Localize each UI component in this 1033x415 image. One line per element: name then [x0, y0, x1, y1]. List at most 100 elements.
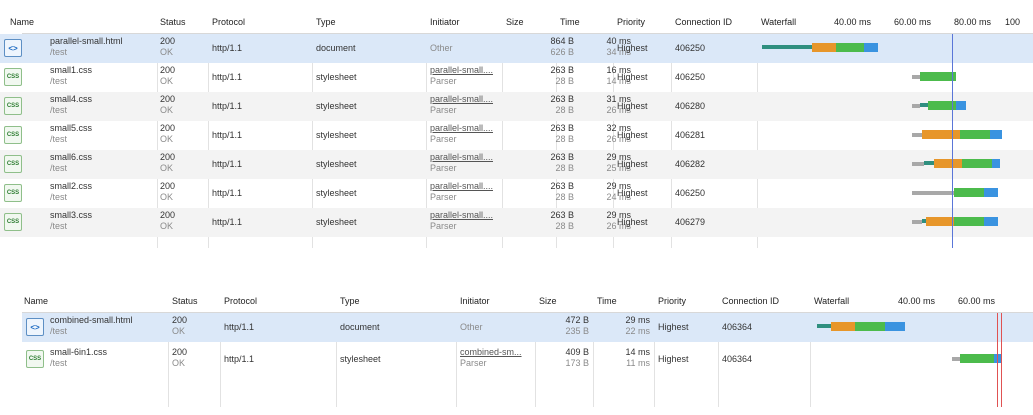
waterfall-queue-bar[interactable]: [912, 220, 922, 224]
waterfall-queue-bar[interactable]: [912, 75, 920, 79]
status-code: 200 OK: [160, 65, 175, 87]
header-waterfall[interactable]: Waterfall: [761, 17, 796, 27]
waterfall-download-bar[interactable]: [956, 101, 966, 110]
initiator-value: parallel-small.... Parser: [430, 123, 493, 145]
request-name-value: small5.css: [50, 123, 93, 133]
priority-value: Highest: [658, 322, 689, 332]
initiator-value-sub: Parser: [430, 134, 457, 144]
status-code-sub: OK: [160, 192, 174, 202]
priority-value: Highest: [617, 72, 648, 82]
initiator-value-value[interactable]: parallel-small....: [430, 94, 493, 105]
waterfall-ttfb-bar[interactable]: [960, 130, 990, 139]
waterfall-wait-bar[interactable]: [934, 159, 962, 168]
initiator-value-value[interactable]: parallel-small....: [430, 123, 493, 134]
waterfall-ttfb-bar[interactable]: [954, 188, 984, 197]
header-initiator[interactable]: Initiator: [430, 17, 460, 27]
waterfall-ttfb-bar[interactable]: [836, 43, 864, 52]
waterfall-tick-label: 100: [1005, 17, 1021, 27]
waterfall-wait-bar[interactable]: [812, 43, 836, 52]
table-row[interactable]: CSS small4.css/test 200 OK http/1.1 styleshee…: [0, 92, 1033, 121]
table-row[interactable]: <> combined-small.html/test 200 OK http/1.1 d…: [22, 313, 1033, 342]
waterfall-wait-bar[interactable]: [922, 130, 960, 139]
request-name: combined-small.html/test: [50, 315, 133, 337]
status-code: 200 OK: [160, 152, 175, 174]
header-priority[interactable]: Priority: [658, 296, 686, 306]
table-row[interactable]: CSS small1.css/test 200 OK http/1.1 styleshee…: [0, 63, 1033, 92]
initiator-value-value[interactable]: parallel-small....: [430, 181, 493, 192]
waterfall-connect-bar[interactable]: [924, 161, 934, 165]
initiator-value-value[interactable]: parallel-small....: [430, 152, 493, 163]
request-name-sub: /test: [50, 76, 68, 86]
size-value-sub: 173 B: [565, 358, 589, 368]
waterfall-ttfb-bar[interactable]: [855, 322, 885, 331]
initiator-value: parallel-small.... Parser: [430, 65, 493, 87]
initiator-value-sub: Parser: [430, 76, 457, 86]
waterfall-wait-bar[interactable]: [926, 217, 954, 226]
header-protocol[interactable]: Protocol: [212, 17, 245, 27]
header-priority[interactable]: Priority: [617, 17, 645, 27]
status-code: 200 OK: [172, 347, 187, 369]
initiator-value: combined-sm... Parser: [460, 347, 522, 369]
load-event-line: [997, 313, 998, 407]
status-code-sub: OK: [160, 221, 174, 231]
connection-id-value: 406250: [675, 43, 706, 53]
initiator-value-sub: Parser: [430, 221, 457, 231]
size-value-value: 263 B: [550, 181, 574, 191]
status-code: 200 OK: [172, 315, 187, 337]
waterfall-queue-bar[interactable]: [952, 357, 960, 361]
initiator-value-value[interactable]: combined-sm...: [460, 347, 522, 358]
header-time[interactable]: Time: [597, 296, 617, 306]
status-code: 200 OK: [160, 123, 175, 145]
waterfall-download-bar[interactable]: [984, 217, 998, 226]
waterfall-ttfb-bar[interactable]: [920, 72, 956, 81]
waterfall-download-bar[interactable]: [984, 188, 998, 197]
header-time[interactable]: Time: [560, 17, 580, 27]
header-size[interactable]: Size: [506, 17, 524, 27]
waterfall-queue-bar[interactable]: [912, 133, 922, 137]
header-initiator[interactable]: Initiator: [460, 296, 490, 306]
size-value-value: 409 B: [565, 347, 589, 357]
waterfall-queue-bar[interactable]: [912, 104, 920, 108]
header-protocol[interactable]: Protocol: [224, 296, 257, 306]
waterfall-download-bar[interactable]: [990, 130, 1002, 139]
header-status[interactable]: Status: [160, 17, 186, 27]
header-waterfall[interactable]: Waterfall: [814, 296, 849, 306]
header-type[interactable]: Type: [316, 17, 336, 27]
waterfall-ttfb-bar[interactable]: [962, 159, 992, 168]
type-value: stylesheet: [316, 188, 357, 198]
table-row[interactable]: CSS small6.css/test 200 OK http/1.1 styleshee…: [0, 150, 1033, 179]
waterfall-queue-bar[interactable]: [912, 162, 924, 166]
table-row[interactable]: CSS small2.css/test 200 OK http/1.1 styleshee…: [0, 179, 1033, 208]
waterfall-connect-bar[interactable]: [817, 324, 831, 328]
waterfall-download-bar[interactable]: [864, 43, 878, 52]
type-value: document: [316, 43, 356, 53]
status-code-sub: OK: [160, 47, 174, 57]
header-connection-id[interactable]: Connection ID: [675, 17, 732, 27]
waterfall-ttfb-bar[interactable]: [960, 354, 994, 363]
header-size[interactable]: Size: [539, 296, 557, 306]
header-name[interactable]: Name: [24, 296, 48, 306]
waterfall-ttfb-bar[interactable]: [954, 217, 984, 226]
size-value-sub: 28 B: [555, 163, 574, 173]
header-name[interactable]: Name: [10, 17, 34, 27]
waterfall-connect-bar[interactable]: [920, 103, 928, 107]
waterfall-queue-bar[interactable]: [912, 191, 954, 195]
initiator-value-value[interactable]: parallel-small....: [430, 65, 493, 76]
time-value: 29 ms 22 ms: [625, 315, 650, 337]
table-row[interactable]: <> parallel-small.html/test 200 OK http/1.1 d…: [0, 34, 1033, 63]
type-value: stylesheet: [316, 217, 357, 227]
waterfall-download-bar[interactable]: [885, 322, 905, 331]
header-status[interactable]: Status: [172, 296, 198, 306]
status-code-sub: OK: [172, 326, 186, 336]
table-row[interactable]: CSS small5.css/test 200 OK http/1.1 styleshee…: [0, 121, 1033, 150]
waterfall-download-bar[interactable]: [992, 159, 1000, 168]
initiator-value-sub: Parser: [430, 105, 457, 115]
waterfall-connect-bar[interactable]: [762, 45, 812, 49]
priority-value: Highest: [617, 101, 648, 111]
header-type[interactable]: Type: [340, 296, 360, 306]
table-row[interactable]: CSS small-6in1.css/test 200 OK http/1.1 style…: [22, 345, 1033, 374]
waterfall-wait-bar[interactable]: [831, 322, 855, 331]
initiator-value-value[interactable]: parallel-small....: [430, 210, 493, 221]
header-connection-id[interactable]: Connection ID: [722, 296, 779, 306]
table-row[interactable]: CSS small3.css/test 200 OK http/1.1 styleshee…: [0, 208, 1033, 237]
